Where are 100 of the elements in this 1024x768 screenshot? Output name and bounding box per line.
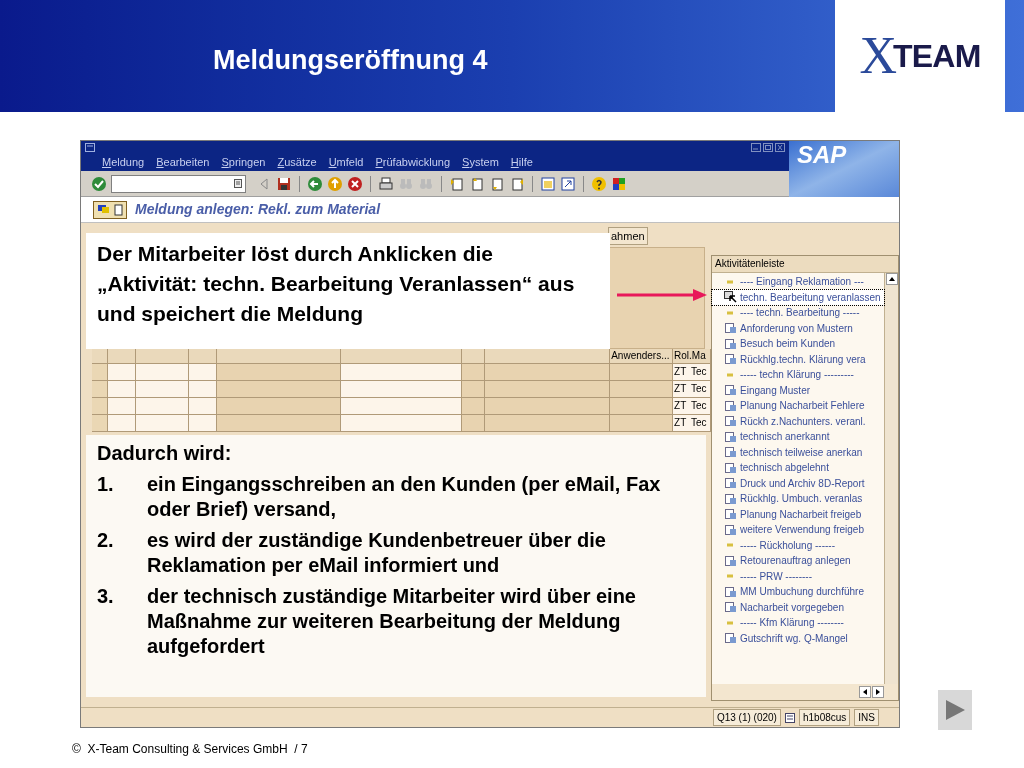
color-grid-icon[interactable]	[611, 175, 627, 192]
window-icon[interactable]	[560, 175, 576, 192]
cursor-icon	[724, 291, 737, 304]
activity-item[interactable]: MM Umbuchung durchführe	[712, 584, 884, 600]
page-icon[interactable]	[449, 175, 465, 192]
table-cell	[107, 381, 136, 398]
activity-item[interactable]: Eingang Muster	[712, 382, 884, 398]
activity-item[interactable]: weitere Verwendung freigeb	[712, 522, 884, 538]
activity-item[interactable]: Besuch beim Kunden	[712, 336, 884, 352]
screen-title: Meldung anlegen: Rekl. zum Material	[135, 200, 381, 219]
dash-icon	[727, 620, 733, 625]
list-icon[interactable]	[784, 712, 795, 723]
document-icon	[724, 601, 737, 614]
scroll-right-icon[interactable]	[872, 686, 884, 698]
activity-item[interactable]: Gutschrift wg. Q-Mangel	[712, 630, 884, 646]
page-icon[interactable]	[489, 175, 505, 192]
table-cell	[107, 415, 136, 432]
panel-title: Aktivitätenleiste	[712, 256, 898, 272]
activity-item[interactable]: Retourenauftrag anlegen	[712, 553, 884, 569]
table-cell	[107, 398, 136, 415]
menu-item[interactable]: Springen	[221, 153, 266, 171]
table-cell	[135, 415, 189, 432]
slide-title: Meldungseröffnung 4	[213, 44, 488, 76]
dash-icon	[727, 279, 733, 284]
activity-item[interactable]: ----- techn Klärung ---------	[712, 367, 884, 383]
menu-item[interactable]: Bearbeiten	[156, 153, 210, 171]
triangle-icon	[944, 699, 966, 721]
footer-text: © X-Team Consulting & Services GmbH / 7	[72, 741, 309, 758]
page-icon[interactable]	[509, 175, 525, 192]
activity-item[interactable]: ---- techn. Bearbeitung -----	[712, 305, 884, 321]
table-cell	[462, 415, 486, 432]
activity-item[interactable]: Anforderung von Mustern	[712, 320, 884, 336]
activity-item[interactable]: Rückh z.Nachunters. veranl.	[712, 413, 884, 429]
activity-item[interactable]: Nacharbeit vorgegeben	[712, 599, 884, 615]
menu-item[interactable]: Hilfe	[510, 153, 533, 171]
back-icon[interactable]	[307, 175, 323, 192]
activity-item[interactable]: technisch anerkannt	[712, 429, 884, 445]
document-icon	[724, 461, 737, 474]
menu-item[interactable]: System	[462, 153, 499, 171]
menu-item[interactable]: Prüfabwicklung	[375, 153, 451, 171]
window-icon[interactable]	[540, 175, 556, 192]
table-cell	[188, 364, 217, 381]
column-header[interactable]	[92, 349, 108, 364]
activity-item[interactable]: ---- Eingang Reklamation ---	[712, 274, 884, 290]
document-icon	[724, 492, 737, 505]
close-icon[interactable]	[775, 142, 785, 152]
menu-item[interactable]: Zusätze	[277, 153, 317, 171]
scrollbar[interactable]	[884, 273, 898, 684]
printer-icon[interactable]	[378, 175, 394, 192]
table-cell	[135, 364, 189, 381]
column-header[interactable]	[485, 349, 611, 364]
column-header[interactable]	[188, 349, 217, 364]
menu-item[interactable]: Meldung	[102, 153, 145, 171]
column-header[interactable]	[108, 349, 136, 364]
activity-item[interactable]: Rückhlg. Umbuch. veranlas	[712, 491, 884, 507]
activity-item[interactable]: ----- PRW --------	[712, 568, 884, 584]
document-icon	[724, 446, 737, 459]
document-icon	[724, 585, 737, 598]
table-cell	[188, 381, 217, 398]
activity-item[interactable]: Rückhlg.techn. Klärung vera	[712, 351, 884, 367]
column-header[interactable]: Anwenders...	[610, 349, 674, 364]
command-field[interactable]	[111, 174, 246, 193]
next-button[interactable]	[938, 690, 972, 730]
company-logo: XTEAM	[835, 0, 1005, 112]
list-number: 1.	[97, 472, 115, 497]
window-icon	[85, 142, 95, 152]
page-icon[interactable]	[469, 175, 485, 192]
document-icon	[724, 508, 737, 521]
column-header[interactable]	[135, 349, 189, 364]
column-header[interactable]	[216, 349, 341, 364]
table-cell	[107, 364, 136, 381]
dash-icon	[727, 543, 733, 548]
toolbar-button[interactable]: ahmen	[608, 227, 648, 245]
column-header[interactable]	[462, 349, 486, 364]
activity-item[interactable]: techn. Bearbeitung veranlassen	[712, 289, 884, 305]
cancel-icon[interactable]	[347, 175, 363, 192]
status-field: Q13 (1) (020)	[712, 709, 781, 726]
intro-text: Dadurch wird:	[97, 441, 233, 466]
help-icon[interactable]	[591, 175, 607, 192]
activity-item[interactable]: Planung Nacharbeit Fehlere	[712, 398, 884, 414]
floppy-icon[interactable]	[276, 175, 292, 192]
activity-item[interactable]: ----- Rückholung ------	[712, 537, 884, 553]
activity-item[interactable]: technisch teilweise anerkan	[712, 444, 884, 460]
table-cell	[135, 398, 189, 415]
maximize-icon[interactable]	[763, 142, 773, 152]
activity-item[interactable]: Druck und Archiv 8D-Report	[712, 475, 884, 491]
checkmark-icon[interactable]	[91, 175, 107, 192]
scroll-left-icon[interactable]	[859, 686, 871, 698]
table-cell	[188, 415, 217, 432]
activity-item[interactable]: Planung Nacharbeit freigeb	[712, 506, 884, 522]
activity-item[interactable]: technisch abgelehnt	[712, 460, 884, 476]
column-header[interactable]: Rol.Ma	[673, 349, 711, 364]
document-icon	[724, 322, 737, 335]
status-field: INS	[854, 709, 879, 726]
menu-item[interactable]: Umfeld	[328, 153, 364, 171]
activity-item[interactable]: ----- Kfm Klärung --------	[712, 615, 884, 631]
minimize-icon[interactable]	[751, 142, 761, 152]
document-icon	[724, 632, 737, 645]
column-header[interactable]	[340, 349, 463, 364]
scroll-up-icon[interactable]	[885, 273, 898, 285]
